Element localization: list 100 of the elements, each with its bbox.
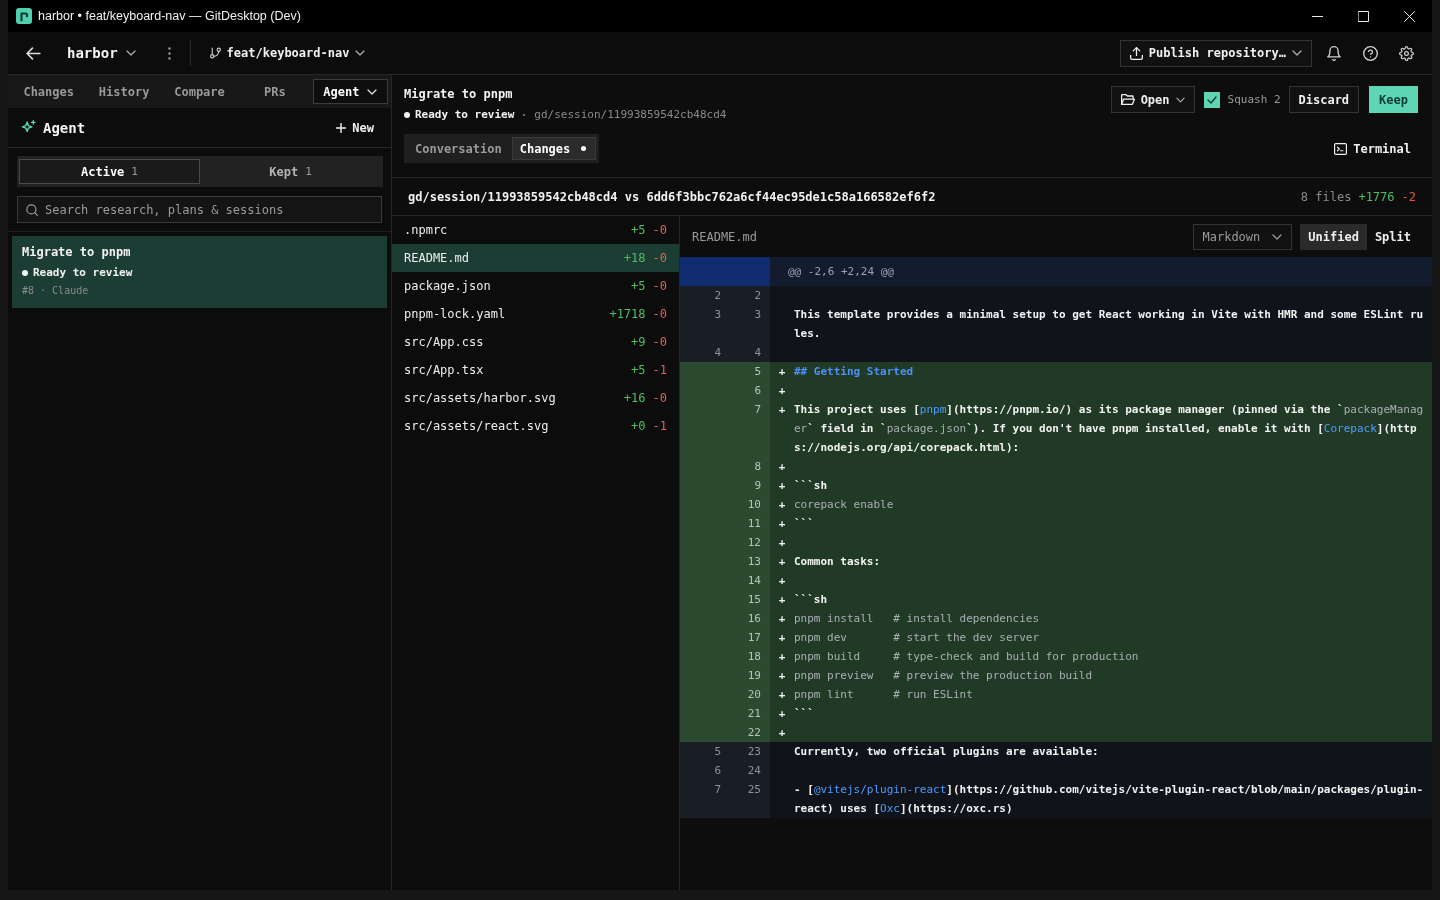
deletions-count: -0: [652, 223, 667, 237]
line-number: 6: [753, 383, 762, 399]
filter-tab[interactable]: Active 1: [19, 159, 200, 184]
line-number: 13: [746, 554, 762, 570]
session-ref: gd/session/11993859542cb48cd4: [534, 107, 727, 122]
line-number: 4: [753, 345, 762, 361]
diff-line-text: corepack enable: [794, 497, 894, 513]
line-number: 5: [713, 744, 722, 760]
additions-total: +1776: [1358, 189, 1395, 204]
kebab-icon: [168, 46, 172, 60]
window-title: harbor • feat/keyboard-nav — GitDesktop (Dev): [38, 9, 301, 23]
nav-tab[interactable]: Agent: [312, 79, 388, 104]
publish-button[interactable]: Publish repository…: [1119, 39, 1312, 67]
diff-marker: +: [777, 668, 787, 684]
diff-marker: +: [777, 554, 787, 570]
session-title: Migrate to pnpm: [22, 244, 131, 260]
session-card[interactable]: Migrate to pnpm Ready to review #8 · Claude: [12, 236, 387, 308]
additions-count: +16: [623, 391, 646, 405]
diff-marker: +: [777, 706, 787, 722]
view-tab[interactable]: Changes: [511, 137, 597, 160]
line-number: 22: [746, 725, 762, 741]
file-name: package.json: [404, 279, 491, 293]
diff-marker: +: [777, 516, 787, 532]
branch-selector[interactable]: feat/keyboard-nav: [203, 38, 372, 68]
view-tab[interactable]: Conversation: [407, 137, 512, 160]
diff-line-text: - [@vitejs/plugin-react](https://github.com/vitejs/vite-plugin-react/blob/main/packages/plugin-react) uses [Oxc](https://oxc.rs): [794, 782, 1425, 817]
diff-file-name: README.md: [692, 229, 758, 244]
upload-icon: [1129, 46, 1143, 60]
maximize-icon: [1357, 10, 1369, 22]
sparkle-icon: [21, 120, 36, 135]
caret-icon: [367, 88, 378, 95]
search-field[interactable]: Search research, plans & sessions: [17, 196, 382, 223]
additions-count: +18: [623, 251, 646, 265]
terminal-button[interactable]: Terminal: [1327, 137, 1418, 160]
diff-line-text: pnpm install # install dependencies: [794, 611, 1040, 627]
settings-icon: [1398, 45, 1414, 61]
nav-tab[interactable]: Compare: [161, 79, 238, 104]
line-number: 18: [746, 649, 762, 665]
new-button[interactable]: New: [336, 120, 374, 135]
line-number: 2: [753, 288, 762, 304]
diff-marker: +: [777, 497, 787, 513]
diff-marker: +: [777, 649, 787, 665]
line-number: 21: [746, 706, 762, 722]
keep-button[interactable]: Keep: [1369, 86, 1418, 113]
file-row[interactable]: package.json +5 -0: [392, 272, 679, 300]
format-dropdown[interactable]: Markdown: [1192, 223, 1293, 250]
caret-icon: [1272, 233, 1283, 240]
diff-marker: +: [777, 573, 787, 589]
session-status: Ready to review: [415, 107, 515, 122]
file-row[interactable]: src/assets/react.svg +0 -1: [392, 412, 679, 440]
line-number: 14: [746, 573, 762, 589]
app-logo-icon: [16, 8, 32, 24]
additions-count: +9: [631, 335, 646, 349]
file-row[interactable]: .npmrc +5 -0: [392, 216, 679, 244]
view-mode-tab[interactable]: Split: [1366, 223, 1419, 250]
diff-marker: +: [777, 364, 787, 380]
deletions-count: -0: [652, 279, 667, 293]
line-number: 6: [713, 763, 722, 779]
file-row[interactable]: src/assets/harbor.svg +16 -0: [392, 384, 679, 412]
comparison-refs: gd/session/11993859542cb48cd4 vs 6dd6f3bbc762a6cf44ec95de1c58a166582ef6f2: [408, 189, 936, 204]
line-number: 7: [753, 402, 762, 418]
hunk-header: @@ -2,6 +2,24 @@: [788, 264, 894, 280]
repository-selector[interactable]: harbor: [59, 38, 144, 68]
file-row[interactable]: pnpm-lock.yaml +1718 -0: [392, 300, 679, 328]
additions-count: +0: [631, 419, 646, 433]
deletions-count: -1: [652, 419, 667, 433]
file-name: .npmrc: [404, 223, 448, 237]
nav-tab[interactable]: History: [86, 79, 162, 104]
diff-marker: +: [777, 630, 787, 646]
line-number: 7: [713, 782, 722, 798]
squash-label: Squash 2: [1227, 93, 1281, 106]
line-number: 15: [746, 592, 762, 608]
line-number: 12: [746, 535, 762, 551]
diff-line-text: Currently, two official plugins are available:: [794, 744, 1099, 760]
line-number: 11: [746, 516, 762, 532]
diff-line-text: pnpm lint # run ESLint: [794, 687, 973, 703]
view-mode-tab[interactable]: Unified: [1300, 223, 1367, 250]
nav-tab[interactable]: PRs: [237, 79, 313, 104]
deletions-count: -1: [652, 363, 667, 377]
diff-marker: +: [777, 725, 787, 741]
diff-line-text: ```sh: [794, 478, 828, 494]
filter-tab[interactable]: Kept 1: [200, 159, 381, 184]
close-icon: [1403, 10, 1415, 22]
caret-icon: [1175, 96, 1185, 103]
help-icon: [1362, 45, 1378, 61]
squash-checkbox[interactable]: [1203, 91, 1220, 108]
session-status: Ready to review: [33, 265, 133, 281]
diff-line-text: This template provides a minimal setup to get React working in Vite with HMR and some ESLint rules.: [794, 307, 1425, 342]
file-row[interactable]: README.md +18 -0: [392, 244, 679, 272]
check-icon: [1206, 95, 1217, 104]
nav-tab[interactable]: Changes: [11, 79, 87, 104]
line-number: 16: [746, 611, 762, 627]
open-button[interactable]: Open: [1110, 86, 1195, 113]
file-row[interactable]: src/App.css +9 -0: [392, 328, 679, 356]
file-row[interactable]: src/App.tsx +5 -1: [392, 356, 679, 384]
additions-count: +1718: [609, 307, 646, 321]
file-name: src/assets/harbor.svg: [404, 391, 556, 405]
line-number: 9: [753, 478, 762, 494]
diff-marker: +: [777, 459, 787, 475]
discard-button[interactable]: Discard: [1288, 86, 1360, 113]
